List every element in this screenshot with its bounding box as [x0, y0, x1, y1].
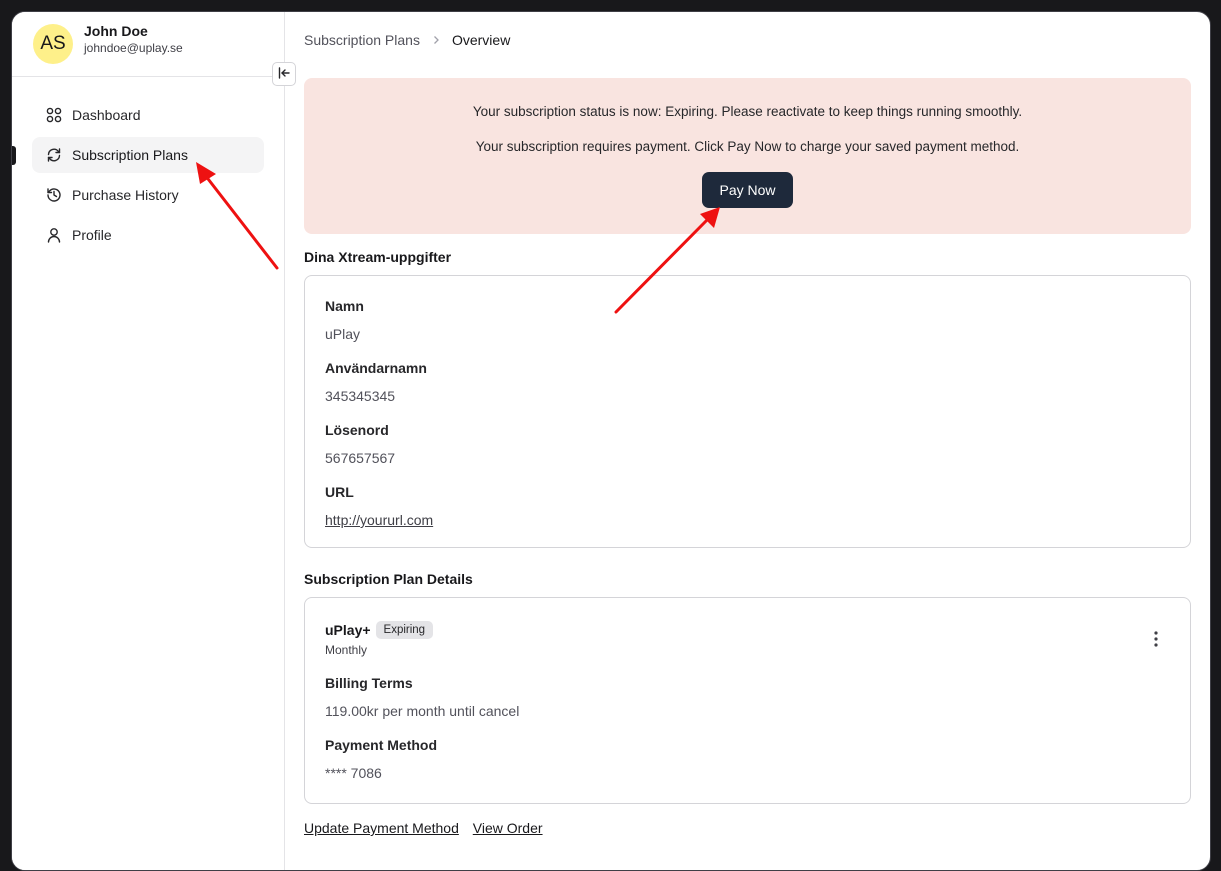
- user-profile-header[interactable]: AS John Doe johndoe@uplay.se: [12, 12, 284, 77]
- field-label-url: URL: [325, 484, 354, 500]
- history-icon: [46, 187, 62, 203]
- plan-header: uPlay+ Expiring: [325, 621, 1170, 639]
- view-order-link[interactable]: View Order: [473, 820, 543, 836]
- plan-name: uPlay+: [325, 622, 371, 638]
- billing-terms-label: Billing Terms: [325, 675, 413, 691]
- xtream-section-title: Dina Xtream-uppgifter: [304, 249, 452, 265]
- plan-cycle: Monthly: [325, 643, 368, 657]
- grid-icon: [46, 107, 62, 123]
- breadcrumb-link-subscription-plans[interactable]: Subscription Plans: [304, 32, 420, 48]
- sidebar-item-label: Subscription Plans: [72, 147, 188, 163]
- alert-status-text: Your subscription status is now: Expirin…: [472, 104, 1023, 119]
- collapse-left-icon: [277, 66, 291, 83]
- plan-details-card: uPlay+ Expiring Monthly Billing Terms 11…: [304, 597, 1191, 804]
- field-label-password: Lösenord: [325, 422, 389, 438]
- field-label-username: Användarnamn: [325, 360, 427, 376]
- kebab-menu-icon: [1154, 630, 1158, 650]
- collapse-sidebar-button[interactable]: [272, 62, 296, 86]
- user-name: John Doe: [84, 22, 148, 39]
- field-value-password: 567657567: [325, 450, 396, 466]
- sidebar: AS John Doe johndoe@uplay.se Dashboard S…: [12, 12, 285, 870]
- subscription-alert: Your subscription status is now: Expirin…: [304, 78, 1191, 234]
- plan-section-title: Subscription Plan Details: [304, 571, 473, 587]
- field-value-username: 345345345: [325, 388, 396, 404]
- status-badge: Expiring: [375, 621, 434, 639]
- payment-method-label: Payment Method: [325, 737, 438, 753]
- sidebar-nav: Dashboard Subscription Plans Purchase Hi…: [12, 77, 284, 253]
- breadcrumb: Subscription Plans Overview: [304, 12, 1191, 66]
- sidebar-item-dashboard[interactable]: Dashboard: [32, 97, 264, 133]
- app-window: AS John Doe johndoe@uplay.se Dashboard S…: [11, 11, 1211, 871]
- update-payment-method-link[interactable]: Update Payment Method: [304, 820, 459, 836]
- avatar: AS: [33, 24, 73, 64]
- user-icon: [46, 227, 62, 243]
- chevron-right-icon: [430, 34, 442, 46]
- payment-method-value: **** 7086: [325, 765, 382, 781]
- breadcrumb-current: Overview: [451, 31, 511, 48]
- field-value-name: uPlay: [325, 326, 361, 342]
- sidebar-item-label: Dashboard: [72, 107, 141, 123]
- main-content: Subscription Plans Overview Your subscri…: [304, 12, 1191, 870]
- url-link[interactable]: http://yoururl.com: [325, 512, 1170, 528]
- alert-payment-text: Your subscription requires payment. Clic…: [475, 139, 1020, 154]
- sidebar-item-subscription-plans[interactable]: Subscription Plans: [12, 137, 264, 173]
- pay-now-button[interactable]: Pay Now: [702, 172, 793, 208]
- plan-actions: Update Payment Method View Order: [304, 820, 1191, 836]
- sidebar-item-profile[interactable]: Profile: [32, 217, 264, 253]
- billing-terms-value: 119.00kr per month until cancel: [325, 703, 520, 719]
- sidebar-item-label: Purchase History: [72, 187, 179, 203]
- user-info: John Doe johndoe@uplay.se: [84, 23, 183, 55]
- xtream-details-card: Namn uPlay Användarnamn 345345345 Löseno…: [304, 275, 1191, 548]
- active-indicator: [12, 146, 16, 165]
- sidebar-item-label: Profile: [72, 227, 112, 243]
- sidebar-item-purchase-history[interactable]: Purchase History: [32, 177, 264, 213]
- more-options-button[interactable]: [1146, 630, 1166, 650]
- user-email: johndoe@uplay.se: [84, 40, 183, 55]
- field-label-name: Namn: [325, 298, 364, 314]
- refresh-icon: [46, 147, 62, 163]
